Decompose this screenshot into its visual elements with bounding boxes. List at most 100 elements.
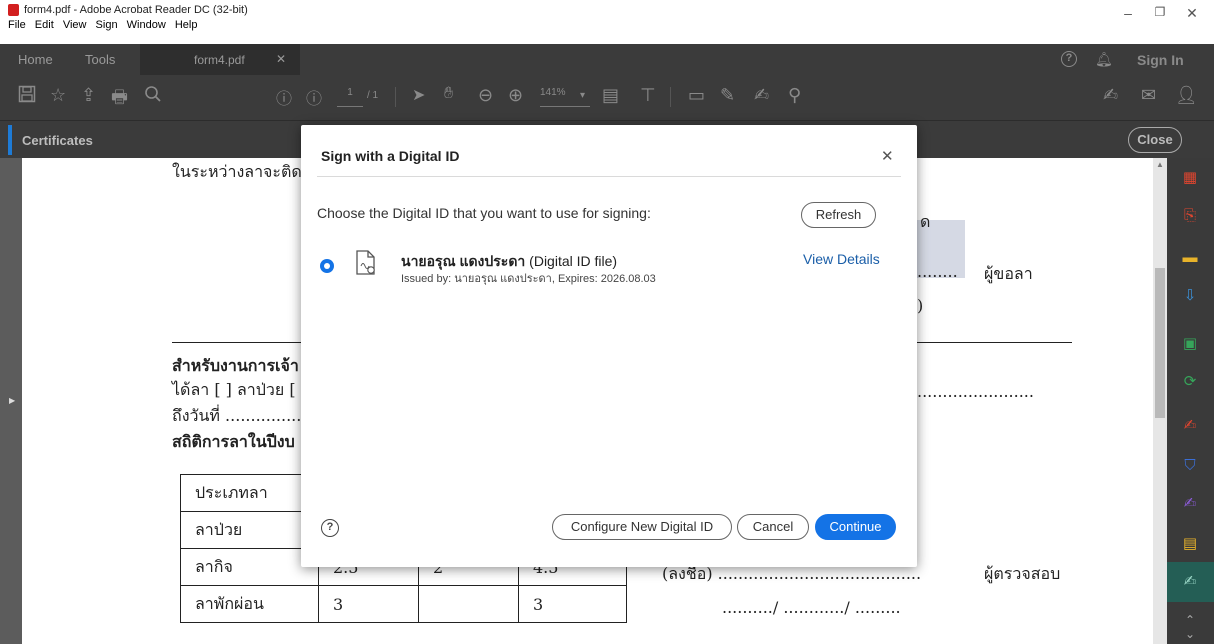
share-people-icon[interactable]: 👤︎: [1175, 85, 1198, 106]
share-upload-icon[interactable]: ⇪: [81, 85, 96, 106]
table-cell: ลาป่วย: [180, 511, 319, 549]
digital-id-issued: Issued by: นายอรุณ แดงประดา, Expires: 20…: [401, 273, 656, 285]
stamp-icon[interactable]: ⚲: [788, 85, 801, 106]
doc-date-bottom: ........../ ............/ .........: [722, 598, 901, 617]
scroll-tools-down-icon[interactable]: ⌄: [1180, 624, 1200, 644]
page-total: / 1: [367, 90, 379, 101]
acrobat-window: form4.pdf - Adobe Acrobat Reader DC (32-…: [0, 0, 1214, 644]
panel-title: Certificates: [22, 133, 93, 148]
tab-home[interactable]: Home: [18, 52, 53, 67]
select-cursor-icon[interactable]: ➤: [412, 85, 425, 105]
highlight-pen-icon[interactable]: ✎: [720, 85, 735, 106]
window-title: form4.pdf - Adobe Acrobat Reader DC (32-…: [24, 4, 248, 16]
send-track-icon[interactable]: ⟳: [1180, 372, 1200, 392]
menu-sign[interactable]: Sign: [96, 19, 118, 31]
doc-line-1: ในระหว่างลาจะติด: [172, 162, 302, 181]
bookmark-star-icon[interactable]: ☆: [50, 85, 66, 106]
configure-new-id-button[interactable]: Configure New Digital ID: [552, 514, 732, 540]
edit-pdf-icon[interactable]: ▣: [1180, 334, 1200, 354]
panel-accent-bar: [8, 125, 12, 155]
toolbar-divider-2: [670, 87, 671, 107]
page-number-input[interactable]: 1: [337, 87, 363, 107]
refresh-button[interactable]: Refresh: [801, 202, 876, 228]
digital-id-type: (Digital ID file): [529, 253, 618, 269]
table-cell: 3: [318, 585, 419, 623]
request-signature-icon[interactable]: ✍: [1180, 494, 1200, 514]
scroll-mode-icon[interactable]: ⊤: [640, 85, 656, 106]
hand-tool-icon[interactable]: ✋︎: [444, 85, 453, 103]
menu-help[interactable]: Help: [175, 19, 198, 31]
fill-sign-icon[interactable]: ✍: [754, 85, 769, 106]
menu-file[interactable]: File: [8, 19, 26, 31]
tab-document[interactable]: form4.pdf ✕: [140, 44, 300, 75]
zoom-out-icon[interactable]: ⊖: [478, 85, 493, 106]
vertical-scrollbar[interactable]: ▲: [1153, 158, 1167, 644]
dialog-help-icon[interactable]: ?: [321, 519, 339, 537]
comment-tool-icon[interactable]: ▬: [1180, 248, 1200, 268]
table-cell: 3: [518, 585, 627, 623]
signer-label: ผู้ขอลา: [984, 264, 1033, 283]
table-cell: ลาพักผ่อน: [180, 585, 319, 623]
certificates-tool-icon[interactable]: ✍: [1180, 572, 1200, 592]
menu-bar: File Edit View Sign Window Help: [8, 19, 203, 31]
previous-page-icon[interactable]: ⓘ: [276, 85, 292, 109]
right-tools-pane: ▦ ⎘ ▬ ⇩ ▣ ⟳ ✍ ⛉ ✍ ▤ ✍ ⌃ ⌄: [1167, 158, 1214, 644]
search-zoom-icon[interactable]: [144, 85, 162, 108]
dialog-close-icon[interactable]: ✕: [881, 147, 894, 165]
doc-text-right-1: ด: [920, 212, 931, 231]
minimize-icon[interactable]: –: [1113, 5, 1143, 21]
bell-icon[interactable]: 🔔︎: [1095, 51, 1113, 68]
export-pdf-icon[interactable]: ⇩: [1180, 286, 1200, 306]
doc-leave-line: ได้ลา [ ] ลาป่วย [: [172, 380, 296, 399]
dialog-separator: [317, 176, 901, 177]
email-icon[interactable]: ✉: [1141, 85, 1156, 106]
protect-icon[interactable]: ⛉: [1180, 456, 1200, 476]
table-cell: [418, 585, 519, 623]
toolbar-divider: [395, 87, 396, 107]
digital-id-radio[interactable]: [320, 259, 334, 273]
certificate-file-icon: [354, 249, 378, 277]
dialog-prompt: Choose the Digital ID that you want to u…: [317, 205, 651, 221]
checker-label: ผู้ตรวจสอบ: [984, 564, 1061, 583]
close-panel-button[interactable]: Close: [1128, 127, 1182, 153]
create-pdf-icon[interactable]: ⎘: [1180, 206, 1200, 226]
organize-pages-icon[interactable]: ▦: [1180, 168, 1200, 188]
restore-icon[interactable]: ❐: [1145, 5, 1175, 19]
toolbar: ☆ ⇪ 🖶︎ ⓘ ⓘ 1 / 1 ➤ ✋︎ ⊖ ⊕ 141% ▾ ▤ ⊤ ▭ ✎…: [0, 75, 1214, 120]
continue-button[interactable]: Continue: [815, 514, 896, 540]
menu-view[interactable]: View: [63, 19, 87, 31]
close-tab-icon[interactable]: ✕: [276, 52, 286, 66]
cancel-button[interactable]: Cancel: [737, 514, 809, 540]
more-tools-icon[interactable]: ▤: [1180, 534, 1200, 554]
fill-sign-tool-icon[interactable]: ✍: [1180, 416, 1200, 436]
page-display-icon[interactable]: ▤: [602, 85, 619, 106]
sign-document-icon[interactable]: ✍: [1103, 85, 1118, 106]
menu-window[interactable]: Window: [127, 19, 166, 31]
doc-stats-heading: สถิติการลาในปีงบ: [172, 432, 295, 451]
sign-in-button[interactable]: Sign In: [1137, 52, 1184, 68]
next-page-icon[interactable]: ⓘ: [306, 85, 322, 109]
scrollbar-thumb[interactable]: [1155, 268, 1165, 418]
doc-dots: ........: [917, 262, 958, 281]
zoom-dropdown-icon[interactable]: ▾: [580, 90, 585, 101]
expand-nav-icon[interactable]: ▶: [9, 396, 15, 405]
doc-date-line: ถึงวันที่ ...............: [172, 406, 302, 425]
scroll-up-icon[interactable]: ▲: [1156, 160, 1164, 169]
menu-edit[interactable]: Edit: [35, 19, 54, 31]
save-icon[interactable]: [18, 85, 36, 108]
doc-section-heading: สำหรับงานการเจ้า: [172, 356, 299, 375]
digital-id-name: นายอรุณ แดงประดา: [401, 253, 526, 269]
tab-document-label: form4.pdf: [194, 53, 245, 67]
table-row: ลาพักผ่อน 3 3: [180, 585, 627, 623]
comment-icon[interactable]: ▭: [688, 85, 705, 106]
tab-tools[interactable]: Tools: [85, 52, 115, 67]
left-navigation-strip[interactable]: ▶: [0, 158, 22, 644]
zoom-in-icon[interactable]: ⊕: [508, 85, 523, 106]
view-details-link[interactable]: View Details: [803, 251, 880, 267]
doc-paren: ): [917, 296, 924, 315]
title-bar: form4.pdf - Adobe Acrobat Reader DC (32-…: [0, 0, 1214, 31]
print-icon[interactable]: 🖶︎: [111, 85, 128, 115]
sign-digital-id-dialog: Sign with a Digital ID ✕ Choose the Digi…: [301, 125, 917, 567]
help-icon[interactable]: ?: [1061, 51, 1077, 67]
close-window-icon[interactable]: ✕: [1177, 5, 1207, 22]
